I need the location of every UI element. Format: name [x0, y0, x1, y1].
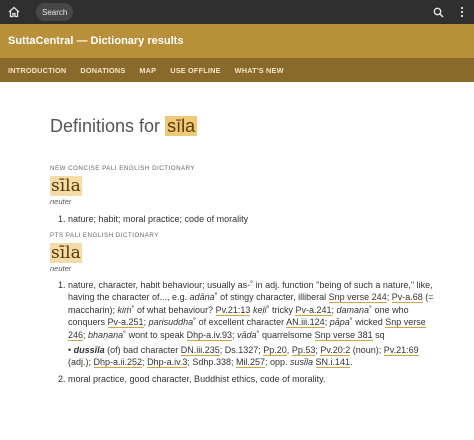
- search-button[interactable]: Search: [36, 3, 74, 21]
- reference-link[interactable]: Pv.21:13: [215, 304, 251, 316]
- nav-introduction[interactable]: INTRODUCTION: [8, 66, 66, 75]
- home-icon: [8, 6, 20, 18]
- def-text: ˚ wont to speak: [123, 329, 187, 340]
- app-window: Search SuttaCentral — Dictionary results…: [0, 0, 474, 440]
- reference-link[interactable]: Snp verse 381: [314, 329, 373, 341]
- def-text: ˚ quarrelsome: [256, 329, 313, 340]
- definition-item: nature, character, habit behaviour; usua…: [68, 279, 440, 369]
- reference-link[interactable]: Pp.53: [291, 344, 316, 356]
- reference-link[interactable]: Dhp-a.ii.252: [93, 357, 143, 369]
- def-text: sq: [372, 329, 385, 340]
- pali-term: susīla: [290, 357, 314, 368]
- pali-term: parisuddha: [148, 317, 194, 328]
- pali-term: damana: [336, 304, 370, 315]
- reference-link[interactable]: Pv-a.68: [391, 292, 423, 304]
- more-menu-button[interactable]: [456, 4, 468, 20]
- search-icon-button[interactable]: [430, 4, 446, 20]
- nav-map[interactable]: MAP: [139, 66, 156, 75]
- definition-item: moral practice, good character, Buddhist…: [68, 373, 440, 386]
- page-title: Definitions for sīla: [50, 116, 440, 137]
- search-label: Search: [42, 7, 68, 17]
- site-title[interactable]: SuttaCentral — Dictionary results: [8, 35, 183, 47]
- more-vertical-icon: [460, 6, 464, 18]
- pali-term: bhaṇana: [88, 329, 124, 340]
- def-text: ˚ of excellent character: [193, 317, 287, 328]
- def-text: ˚ of what behaviour?: [131, 304, 216, 315]
- def-text: .: [350, 357, 353, 368]
- definition-list: nature; habit; moral practice; code of m…: [50, 213, 440, 226]
- dictionary-name: NEW CONCISE PALI ENGLISH DICTIONARY: [50, 165, 196, 172]
- pali-term: pāpa: [329, 317, 350, 328]
- pali-term: keḷi: [252, 304, 267, 315]
- def-text: ; Sdhp.338;: [187, 357, 236, 368]
- def-text: ˚ of stingy character, illiberal: [214, 292, 329, 303]
- main-nav: INTRODUCTION DONATIONS MAP USE OFFLINE W…: [0, 58, 474, 82]
- reference-link[interactable]: Mil.257: [235, 357, 265, 369]
- page-title-prefix: Definitions for: [50, 116, 166, 136]
- reference-link[interactable]: Pp.20: [263, 344, 287, 356]
- def-text: ˚ tricky: [266, 304, 296, 315]
- pali-term: kiṁ: [117, 304, 132, 315]
- reference-link[interactable]: Pv.20:2: [320, 344, 351, 356]
- search-term: sīla: [165, 116, 198, 136]
- headword: sīla: [50, 242, 82, 263]
- def-text: ;: [331, 304, 335, 315]
- pali-term: vāda: [237, 329, 257, 340]
- definition-item: nature; habit; moral practice; code of m…: [68, 213, 440, 226]
- pali-term: dussīla: [73, 344, 105, 355]
- reference-link[interactable]: Dhp-a.iv.93: [186, 329, 232, 341]
- home-button[interactable]: [6, 4, 22, 20]
- headword: sīla: [50, 176, 82, 196]
- def-text: ;: [324, 317, 328, 328]
- search-icon: [433, 7, 444, 18]
- reference-link[interactable]: Pv.21:69: [383, 344, 419, 356]
- nav-donations[interactable]: DONATIONS: [80, 66, 125, 75]
- def-subline: • dussīla (of) bad character DN.iii.235;…: [68, 344, 419, 369]
- def-text: nature, character, habit behaviour; usua…: [68, 279, 415, 290]
- reference-link[interactable]: Pv-a.251: [107, 317, 144, 329]
- reference-link[interactable]: Pv-a.241: [295, 304, 332, 316]
- nav-use-offline[interactable]: USE OFFLINE: [170, 66, 220, 75]
- def-text: (noun);: [350, 344, 384, 355]
- dictionary-entry: NEW CONCISE PALI ENGLISH DICTIONARY sīla…: [50, 165, 440, 226]
- definition-list: nature, character, habit behaviour; usua…: [50, 279, 440, 386]
- reference-link[interactable]: Snp verse 244: [328, 292, 387, 304]
- reference-link[interactable]: Dhp-a.iv.3: [147, 357, 188, 369]
- def-text: ; Ds.1327;: [219, 344, 264, 355]
- reference-link[interactable]: DN.iii.235: [180, 344, 220, 356]
- grammar-label: neuter: [50, 263, 72, 273]
- grammar-label: neuter: [50, 197, 72, 206]
- dictionary-results: Definitions for sīla NEW CONCISE PALI EN…: [50, 116, 440, 389]
- dictionary-entry: PTS PALI ENGLISH DICTIONARY sīla neuter …: [50, 232, 440, 386]
- top-toolbar: Search: [0, 0, 474, 24]
- pali-term: adāna: [189, 292, 215, 303]
- reference-link[interactable]: SN.i.141: [315, 357, 351, 369]
- nav-whats-new[interactable]: WHAT'S NEW: [235, 66, 284, 75]
- def-text: ; opp.: [264, 357, 291, 368]
- main-content: Definitions for sīla NEW CONCISE PALI EN…: [0, 82, 474, 440]
- reference-link[interactable]: AN.iii.124: [286, 317, 325, 329]
- def-text: (adj.);: [68, 357, 94, 368]
- def-text: ;: [386, 292, 390, 303]
- site-header: SuttaCentral — Dictionary results: [0, 24, 474, 58]
- dictionary-name: PTS PALI ENGLISH DICTIONARY: [50, 231, 159, 239]
- def-text: (of) bad character: [104, 344, 181, 355]
- def-text: ˚ wicked: [349, 317, 386, 328]
